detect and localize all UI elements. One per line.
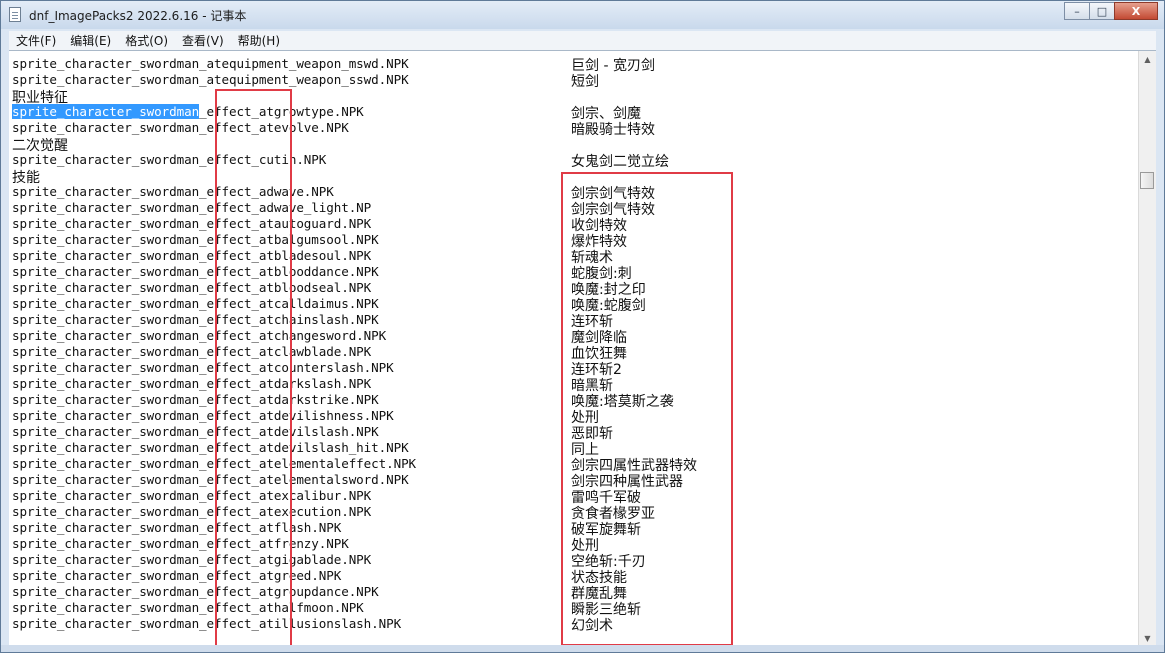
file-name: sprite_character_swordman_effect_adwave_… bbox=[12, 200, 372, 215]
file-name: sprite_character_swordman_effect_atexecu… bbox=[12, 504, 372, 519]
file-name: sprite_character_swordman_effect_atbalgu… bbox=[12, 232, 379, 247]
file-name: sprite_character_swordman_effect_atchain… bbox=[12, 312, 379, 327]
menu-file[interactable]: 文件(F) bbox=[9, 32, 63, 49]
file-name: sprite_character_swordman_effect_atclawb… bbox=[12, 344, 372, 359]
file-name: sprite_character_swordman_effect_atgigab… bbox=[12, 552, 372, 567]
text-line: sprite_character_swordman_effect_atgrowt… bbox=[12, 103, 1134, 122]
file-name: sprite_character_swordman_effect_atgroup… bbox=[12, 584, 379, 599]
file-name: sprite_character_swordman_effect_atdevil… bbox=[12, 424, 379, 439]
vertical-scrollbar[interactable]: ▲ ▼ bbox=[1138, 51, 1156, 647]
file-name: sprite_character_swordman_effect_atblade… bbox=[12, 248, 372, 263]
text-line: 二次觉醒 bbox=[12, 135, 1134, 154]
menu-bar: 文件(F) 编辑(E) 格式(O) 查看(V) 帮助(H) bbox=[9, 31, 1156, 50]
window-bottom-border bbox=[1, 645, 1164, 652]
close-button[interactable]: X bbox=[1114, 2, 1158, 20]
selected-text: sprite_character_swordman bbox=[12, 104, 200, 119]
text-line: sprite_character_swordman_effect_atevolv… bbox=[12, 119, 1134, 138]
minimize-button[interactable]: – bbox=[1064, 2, 1090, 20]
maximize-button[interactable]: □ bbox=[1089, 2, 1115, 20]
file-name: sprite_character_swordman_effect_athalfm… bbox=[12, 600, 364, 615]
file-name: sprite_character_swordman_effect_atcalld… bbox=[12, 296, 379, 311]
file-name: sprite_character_swordman_effect_atcount… bbox=[12, 360, 394, 375]
menu-edit[interactable]: 编辑(E) bbox=[63, 32, 118, 49]
menu-view[interactable]: 查看(V) bbox=[175, 32, 231, 49]
highlight-box-description bbox=[561, 172, 733, 646]
file-name: sprite_character_swordman_effect_atdevil… bbox=[12, 408, 394, 423]
file-name: sprite_character_swordman_effect_ateleme… bbox=[12, 472, 409, 487]
text-line: sprite_character_swordman_effect_cutin.N… bbox=[12, 151, 1134, 170]
file-name: sprite_character_swordman_effect_atchang… bbox=[12, 328, 387, 343]
notepad-window: dnf_ImagePacks2 2022.6.16 - 记事本 – □ X 文件… bbox=[0, 0, 1165, 653]
file-name: sprite_character_swordman_effect_atdarks… bbox=[12, 376, 372, 391]
text-line: sprite_character_swordman_atequipment_we… bbox=[12, 55, 1134, 74]
menu-help[interactable]: 帮助(H) bbox=[231, 32, 287, 49]
file-name: sprite_character_swordman_effect_atevolv… bbox=[12, 120, 349, 135]
text-line: sprite_character_swordman_atequipment_we… bbox=[12, 71, 1134, 90]
file-name: sprite_character_swordman_effect_atfrenz… bbox=[12, 536, 349, 551]
file-name: sprite_character_swordman_effect_atillus… bbox=[12, 616, 402, 631]
menu-format[interactable]: 格式(O) bbox=[118, 32, 175, 49]
text-editor[interactable]: sprite_character_swordman_atequipment_we… bbox=[9, 50, 1156, 647]
notepad-icon bbox=[9, 7, 21, 22]
file-name: sprite_character_swordman_atequipment_we… bbox=[12, 56, 409, 71]
file-name: sprite_character_swordman_atequipment_we… bbox=[12, 72, 409, 87]
text-line: 职业特征 bbox=[12, 87, 1134, 106]
scroll-up-icon[interactable]: ▲ bbox=[1139, 51, 1156, 68]
title-bar[interactable]: dnf_ImagePacks2 2022.6.16 - 记事本 – □ X bbox=[1, 1, 1164, 29]
window-title: dnf_ImagePacks2 2022.6.16 - 记事本 bbox=[29, 9, 247, 23]
caption-buttons: – □ X bbox=[1064, 2, 1158, 22]
file-name: sprite_character_swordman_effect_atgrowt… bbox=[12, 104, 364, 119]
file-name: sprite_character_swordman_effect_atblood… bbox=[12, 280, 372, 295]
highlight-box-filename bbox=[215, 89, 292, 647]
file-name: sprite_character_swordman_effect_atdarks… bbox=[12, 392, 379, 407]
file-name: sprite_character_swordman_effect_atexcal… bbox=[12, 488, 372, 503]
file-name: sprite_character_swordman_effect_atdevil… bbox=[12, 440, 409, 455]
scroll-thumb[interactable] bbox=[1140, 171, 1154, 189]
file-name: sprite_character_swordman_effect_atautog… bbox=[12, 216, 372, 231]
file-name: sprite_character_swordman_effect_atblood… bbox=[12, 264, 379, 279]
